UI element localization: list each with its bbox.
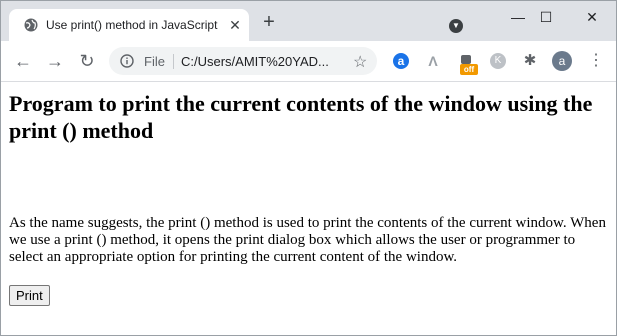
address-divider	[173, 54, 174, 69]
close-tab-icon[interactable]: ✕	[227, 17, 243, 33]
site-info-label[interactable]: File	[144, 54, 165, 69]
k-extension-icon[interactable]: K	[490, 53, 506, 69]
info-icon[interactable]	[120, 54, 134, 68]
description-paragraph: As the name suggests, the print () metho…	[9, 215, 606, 265]
bookmark-star-icon[interactable]: ☆	[353, 52, 367, 72]
url-text[interactable]: C:/Users/AMIT%20YAD...	[181, 54, 329, 69]
puzzle-icon[interactable]: ✱	[522, 53, 538, 69]
profile-avatar[interactable]: a	[552, 51, 572, 71]
arrow-extension-icon[interactable]: Λ	[425, 53, 441, 69]
maximize-icon[interactable]: ☐	[538, 9, 554, 25]
tab-title: Use print() method in JavaScript	[46, 18, 218, 32]
print-button[interactable]: Print	[9, 285, 50, 306]
globe-icon	[24, 18, 38, 32]
offer-badge: off	[460, 64, 478, 75]
back-icon[interactable]: ←	[13, 51, 33, 71]
address-bar[interactable]: File C:/Users/AMIT%20YAD... ☆	[109, 47, 377, 75]
close-window-icon[interactable]: ✕	[584, 9, 600, 25]
kebab-menu-icon[interactable]: ⋮	[588, 51, 604, 71]
page-heading: Program to print the current contents of…	[9, 91, 593, 143]
minimize-icon[interactable]: —	[510, 9, 526, 25]
tab-search-icon[interactable]: ▼	[449, 19, 463, 33]
new-tab-icon[interactable]: +	[261, 12, 277, 32]
tab-strip: Use print() method in JavaScript ✕ + ▼ —…	[1, 1, 616, 41]
page-content: Program to print the current contents of…	[1, 82, 616, 335]
browser-toolbar: ← → ↻ File C:/Users/AMIT%20YAD... ☆ a Λ …	[1, 41, 616, 82]
forward-icon[interactable]: →	[45, 51, 65, 71]
a-extension-icon[interactable]: a	[393, 53, 409, 69]
tab-active[interactable]: Use print() method in JavaScript ✕	[9, 9, 249, 41]
browser-window: Use print() method in JavaScript ✕ + ▼ —…	[0, 0, 617, 336]
reload-icon[interactable]: ↻	[77, 51, 97, 71]
